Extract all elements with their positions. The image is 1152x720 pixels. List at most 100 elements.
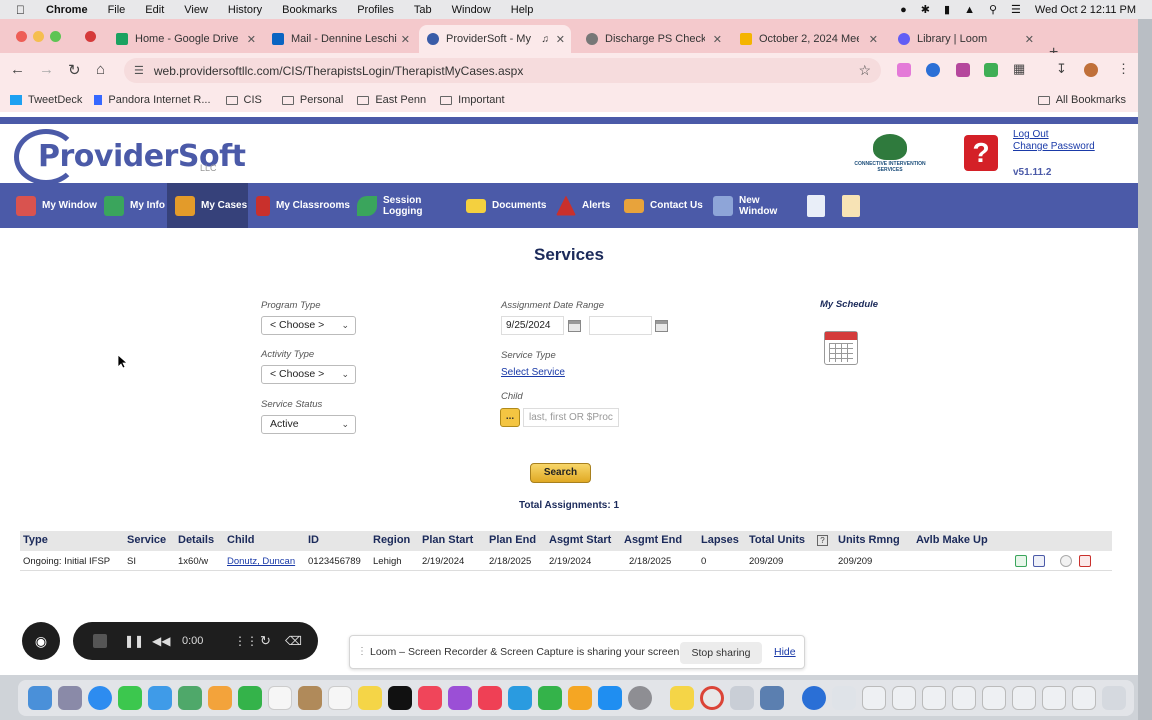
chrome-dock-icon[interactable] [700, 686, 724, 710]
col-asgmt-end[interactable]: Asgmt End [624, 534, 682, 546]
nav-new-window[interactable]: New Window [699, 183, 795, 228]
numbers-icon[interactable] [538, 686, 562, 710]
trash-icon[interactable]: ⌫ [285, 634, 302, 648]
calendar-icon[interactable] [655, 320, 668, 332]
tab-providersoft[interactable]: ProviderSoft - My ♫ ✕ [419, 25, 571, 53]
bookmark-folder-east-penn[interactable]: East Penn [357, 94, 426, 106]
stop-recording-icon[interactable] [93, 634, 107, 648]
bookmark-folder-cis[interactable]: CIS [225, 94, 262, 106]
maps-icon[interactable] [178, 686, 202, 710]
music-icon[interactable] [418, 686, 442, 710]
checkbox-icon[interactable] [1033, 555, 1045, 567]
audio-playing-icon[interactable]: ♫ [542, 34, 550, 45]
close-window-icon[interactable] [16, 31, 27, 42]
launchpad-icon[interactable] [58, 686, 82, 710]
providersoft-logo[interactable]: ProviderSoft LLC [8, 129, 246, 185]
date-to-input[interactable] [589, 316, 652, 335]
window-thumbnail[interactable] [1012, 686, 1036, 710]
menu-clock[interactable]: Wed Oct 2 12:11 PM [1035, 4, 1136, 16]
calendar-row-icon[interactable] [1079, 555, 1091, 567]
search-button[interactable]: Search [530, 463, 591, 483]
chrome-menu-icon[interactable]: ⋮ [1117, 61, 1130, 77]
window-thumbnail[interactable] [982, 686, 1006, 710]
activity-type-select[interactable]: < Choose > ⌄ [261, 365, 356, 384]
preview-icon[interactable] [730, 686, 754, 710]
nav-alerts[interactable]: Alerts [542, 183, 616, 228]
calendar-dock-icon[interactable] [268, 686, 292, 710]
news-icon[interactable] [478, 686, 502, 710]
col-child[interactable]: Child [227, 534, 255, 546]
bookmark-folder-important[interactable]: Important [440, 94, 505, 106]
report-icon[interactable] [807, 195, 825, 217]
child-lookup-button[interactable]: ... [500, 408, 520, 427]
menu-file[interactable]: File [108, 4, 126, 16]
finder-icon[interactable] [28, 686, 52, 710]
stickies-icon[interactable] [670, 686, 694, 710]
reload-icon[interactable]: ↻ [68, 61, 81, 79]
close-tab-icon[interactable]: ✕ [556, 33, 565, 46]
table-row[interactable]: Ongoing: Initial IFSP SI 1x60/w Donutz, … [20, 551, 1112, 571]
col-plan-end[interactable]: Plan End [489, 534, 536, 546]
window-thumbnail[interactable] [1042, 686, 1066, 710]
app-store-icon[interactable] [598, 686, 622, 710]
col-id[interactable]: ID [308, 534, 319, 546]
contacts-icon[interactable] [298, 686, 322, 710]
notes-dock-icon[interactable] [358, 686, 382, 710]
microphone-icon[interactable]: ● [900, 4, 907, 16]
record-icon[interactable] [85, 31, 96, 42]
col-plan-start[interactable]: Plan Start [422, 534, 473, 546]
col-total-units[interactable]: Total Units [749, 534, 805, 546]
tab-mail[interactable]: Mail - Dennine Leschi ✕ [264, 25, 416, 53]
screen-capture-icon[interactable] [760, 686, 784, 710]
col-units-remaining[interactable]: Units Rmng [838, 534, 900, 546]
minimize-window-icon[interactable] [33, 31, 44, 42]
stop-sharing-button[interactable]: Stop sharing [680, 642, 762, 664]
menu-help[interactable]: Help [511, 4, 534, 16]
nav-my-window[interactable]: My Window [2, 183, 97, 228]
loom-camera-button[interactable]: ◉ [22, 622, 60, 660]
extension-green-icon[interactable] [984, 63, 998, 77]
col-service[interactable]: Service [127, 534, 166, 546]
nav-contact-us[interactable]: Contact Us [610, 183, 706, 228]
bookmark-star-icon[interactable]: ☆ [858, 62, 871, 79]
menu-history[interactable]: History [228, 4, 262, 16]
menu-tab[interactable]: Tab [414, 4, 432, 16]
menu-view[interactable]: View [184, 4, 208, 16]
control-center-icon[interactable]: ☰ [1011, 3, 1021, 16]
chart-icon[interactable] [1015, 555, 1027, 567]
safari-icon[interactable] [88, 686, 112, 710]
close-tab-icon[interactable]: ✕ [401, 33, 410, 46]
bluetooth-icon[interactable]: ✱ [921, 3, 930, 16]
apple-tv-icon[interactable] [388, 686, 412, 710]
logout-link[interactable]: Log Out [1013, 129, 1049, 140]
keynote-icon[interactable] [508, 686, 532, 710]
window-thumbnail[interactable] [952, 686, 976, 710]
nav-documents[interactable]: Documents [452, 183, 547, 228]
apple-icon[interactable]:  [16, 3, 36, 17]
puzzle-extensions-icon[interactable]: ▦ [1013, 61, 1025, 77]
my-schedule-label[interactable]: My Schedule [820, 299, 880, 311]
rewind-icon[interactable]: ◀◀ [152, 634, 170, 648]
battery-icon[interactable]: ▮ [944, 3, 950, 16]
menu-profiles[interactable]: Profiles [357, 4, 394, 16]
col-region[interactable]: Region [373, 534, 410, 546]
change-password-link[interactable]: Change Password [1013, 141, 1095, 152]
messages-icon[interactable] [118, 686, 142, 710]
select-service-link[interactable]: Select Service [501, 367, 565, 378]
nav-my-cases[interactable]: My Cases [167, 183, 248, 228]
trash-dock-icon[interactable] [1102, 686, 1126, 710]
close-tab-icon[interactable]: ✕ [1025, 33, 1034, 46]
col-type[interactable]: Type [23, 534, 48, 546]
forward-icon[interactable]: → [39, 61, 54, 78]
col-asgmt-start[interactable]: Asgmt Start [549, 534, 611, 546]
menu-window[interactable]: Window [452, 4, 491, 16]
help-icon[interactable]: ? [964, 135, 998, 171]
home-icon[interactable]: ⌂ [96, 61, 105, 78]
close-tab-icon[interactable]: ✕ [869, 33, 878, 46]
system-settings-icon[interactable] [628, 686, 652, 710]
bookmark-folder-personal[interactable]: Personal [281, 94, 343, 106]
calendar-schedule-icon[interactable] [824, 331, 858, 365]
podcasts-icon[interactable] [448, 686, 472, 710]
menu-bookmarks[interactable]: Bookmarks [282, 4, 337, 16]
site-info-icon[interactable]: ☰ [134, 64, 144, 77]
